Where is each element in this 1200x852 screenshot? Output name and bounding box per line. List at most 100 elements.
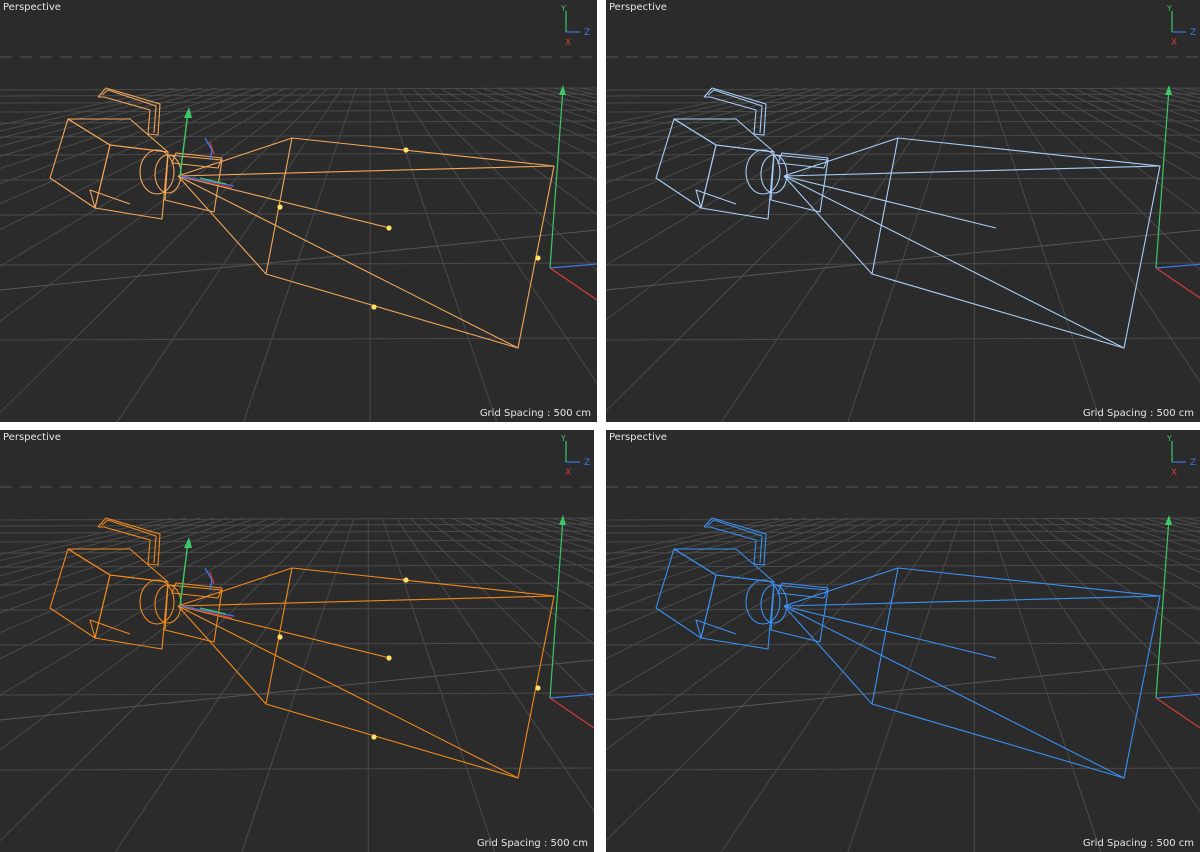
viewport-title[interactable]: Perspective xyxy=(609,432,667,443)
viewport-title[interactable]: Perspective xyxy=(3,432,61,443)
grid-line xyxy=(1072,517,1200,573)
grid-line xyxy=(0,87,301,267)
scene-canvas[interactable]: Y Z X xyxy=(0,430,594,852)
grid-line xyxy=(425,87,597,216)
viewport-top-right[interactable]: Y Z X Perspective Grid Spacing : 500 cm xyxy=(606,0,1200,422)
axis-x-line xyxy=(1155,267,1200,299)
grid-line xyxy=(606,87,877,204)
cone-edge xyxy=(177,175,267,275)
grid-line xyxy=(0,87,287,231)
axis-z-line xyxy=(1155,263,1200,269)
grid-line xyxy=(0,177,597,181)
grid-line xyxy=(606,337,1200,341)
viewport-top-left[interactable]: Y Z X Perspective Grid Spacing : 500 cm xyxy=(0,0,597,422)
grid-line xyxy=(0,87,329,414)
orientation-gizmo: Y Z X xyxy=(1166,434,1196,478)
inner-cone-line xyxy=(783,605,997,659)
orientation-gizmo: Y Z X xyxy=(1166,4,1196,48)
grid-line xyxy=(578,517,594,522)
grid-line xyxy=(481,87,597,132)
world-axis xyxy=(1155,85,1200,299)
cone-edge xyxy=(783,605,1125,779)
axis-x-line xyxy=(549,267,597,301)
grid-spacing-label: Grid Spacing : 500 cm xyxy=(479,408,591,419)
grid-line xyxy=(987,87,1102,422)
axis-x-line xyxy=(549,697,594,729)
grid-line xyxy=(453,87,597,160)
light-handle xyxy=(386,655,392,661)
grid-line xyxy=(0,767,594,771)
gizmo-y-label: Y xyxy=(560,434,566,443)
grid-spacing-label: Grid Spacing : 500 cm xyxy=(1082,838,1194,849)
grid-line xyxy=(538,87,597,104)
gizmo-x-label: X xyxy=(1171,468,1177,478)
grid-line xyxy=(606,692,1200,696)
viewport-bottom-right[interactable]: Y Z X Perspective Grid Spacing : 500 cm xyxy=(606,430,1200,852)
gizmo-x-label: X xyxy=(565,38,571,48)
viewport-title[interactable]: Perspective xyxy=(609,2,667,13)
grid-line xyxy=(606,87,891,230)
grid-line xyxy=(0,517,229,587)
grid-line xyxy=(0,262,597,266)
viewport-bottom-left[interactable]: Y Z X Perspective Grid Spacing : 500 cm xyxy=(0,430,594,852)
cone-edge xyxy=(177,605,519,779)
world-axis xyxy=(549,515,594,729)
axis-z-line xyxy=(1155,693,1200,699)
grid-line xyxy=(606,87,933,412)
grid-line xyxy=(0,582,594,586)
world-axis xyxy=(1155,515,1200,729)
viewport-title[interactable]: Perspective xyxy=(3,2,61,13)
scene-canvas[interactable]: Y Z X xyxy=(0,0,597,422)
grid-line xyxy=(1072,87,1200,143)
light-handle xyxy=(371,304,377,310)
grid-line xyxy=(0,93,597,97)
grid-spacing-label: Grid Spacing : 500 cm xyxy=(1082,408,1194,419)
object-axis-y xyxy=(179,541,189,607)
grid-line xyxy=(466,517,594,573)
grid-line xyxy=(0,337,597,341)
ground-grid xyxy=(0,56,597,422)
grid-line xyxy=(606,517,891,660)
light-handle xyxy=(386,225,392,231)
grid-line xyxy=(409,517,594,701)
grid-line xyxy=(0,642,594,646)
grid-line xyxy=(606,607,1200,611)
grid-line xyxy=(606,229,1200,291)
grid-line xyxy=(594,87,597,90)
light-handle xyxy=(277,634,283,640)
lens-ring xyxy=(139,149,175,195)
grid-line xyxy=(606,767,1200,771)
grid-line xyxy=(580,87,597,92)
body-top-face xyxy=(67,548,169,583)
grid-line xyxy=(606,517,863,614)
gizmo-z-label: Z xyxy=(1190,458,1196,468)
grid-line xyxy=(439,87,597,182)
gizmo-y-label: Y xyxy=(1166,434,1172,443)
grid-line xyxy=(606,134,1200,138)
grid-line xyxy=(606,564,1200,568)
grid-line xyxy=(397,87,597,385)
grid-line xyxy=(0,87,175,126)
grid-line xyxy=(987,517,1102,852)
grid-line xyxy=(0,517,271,634)
grid-line xyxy=(1015,517,1200,701)
body-front-face xyxy=(700,144,775,220)
light-handle xyxy=(535,255,541,261)
grid-line xyxy=(606,100,1200,104)
grid-line xyxy=(1086,517,1200,561)
grid-line xyxy=(0,517,257,614)
body-front-face xyxy=(94,144,169,220)
light-handle xyxy=(277,204,283,210)
grid-line xyxy=(0,134,597,138)
grid-line xyxy=(606,517,919,751)
grid-line xyxy=(606,87,863,184)
axis-z-line xyxy=(549,263,597,269)
grid-line xyxy=(606,530,1200,534)
grid-line xyxy=(0,523,594,527)
scene-canvas[interactable]: Y Z X xyxy=(606,430,1200,852)
scene-canvas[interactable]: Y Z X xyxy=(606,0,1200,422)
grid-line xyxy=(0,692,594,696)
grid-line xyxy=(480,517,594,561)
cone-edge xyxy=(177,175,519,349)
body-front-face xyxy=(700,574,775,650)
